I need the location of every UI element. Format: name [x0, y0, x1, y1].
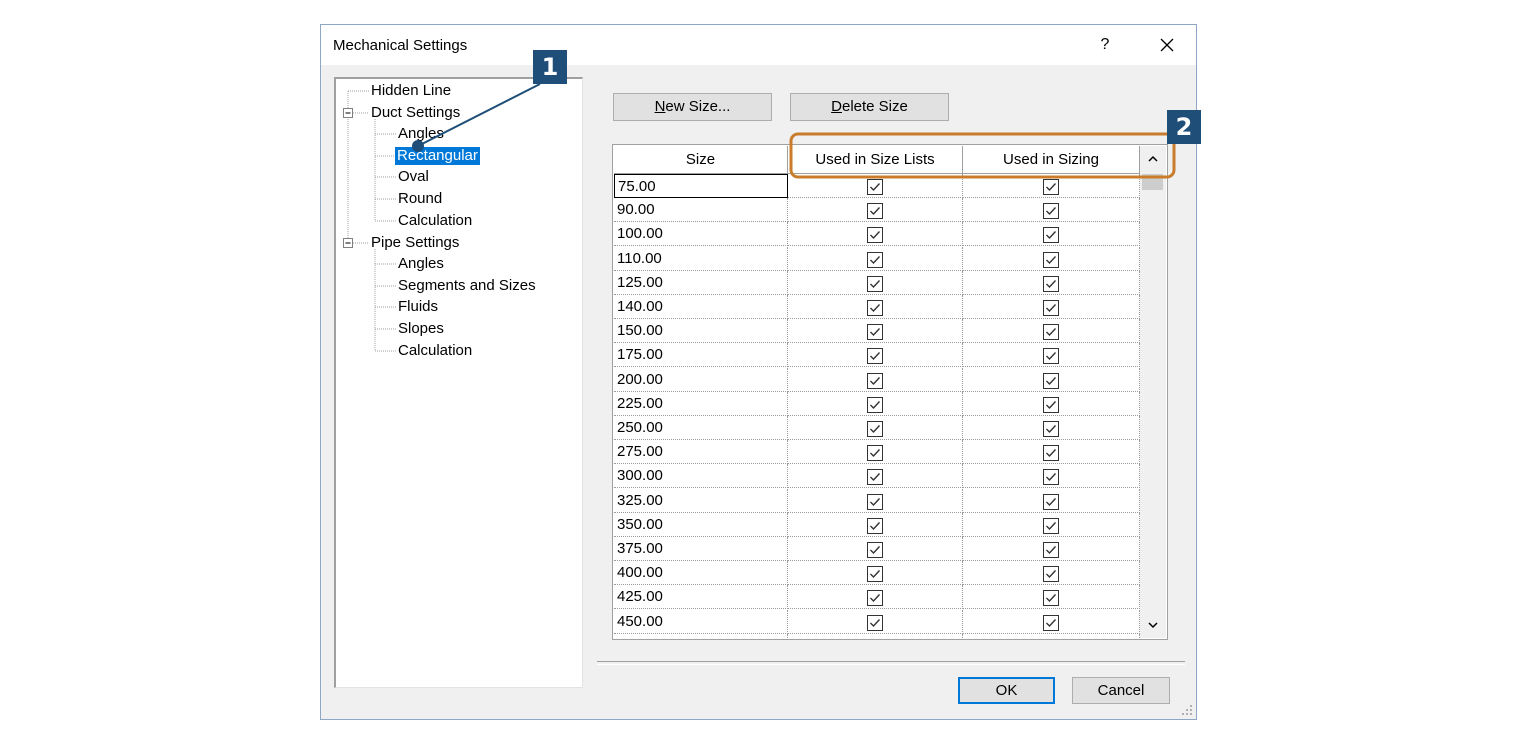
callout-badge-2: 2	[1167, 110, 1201, 144]
callout-pointer-dot	[412, 140, 424, 152]
annotation-overlay	[412, 83, 1176, 179]
highlight-frame	[789, 132, 1176, 179]
callout-badge-1: 1	[533, 50, 567, 84]
